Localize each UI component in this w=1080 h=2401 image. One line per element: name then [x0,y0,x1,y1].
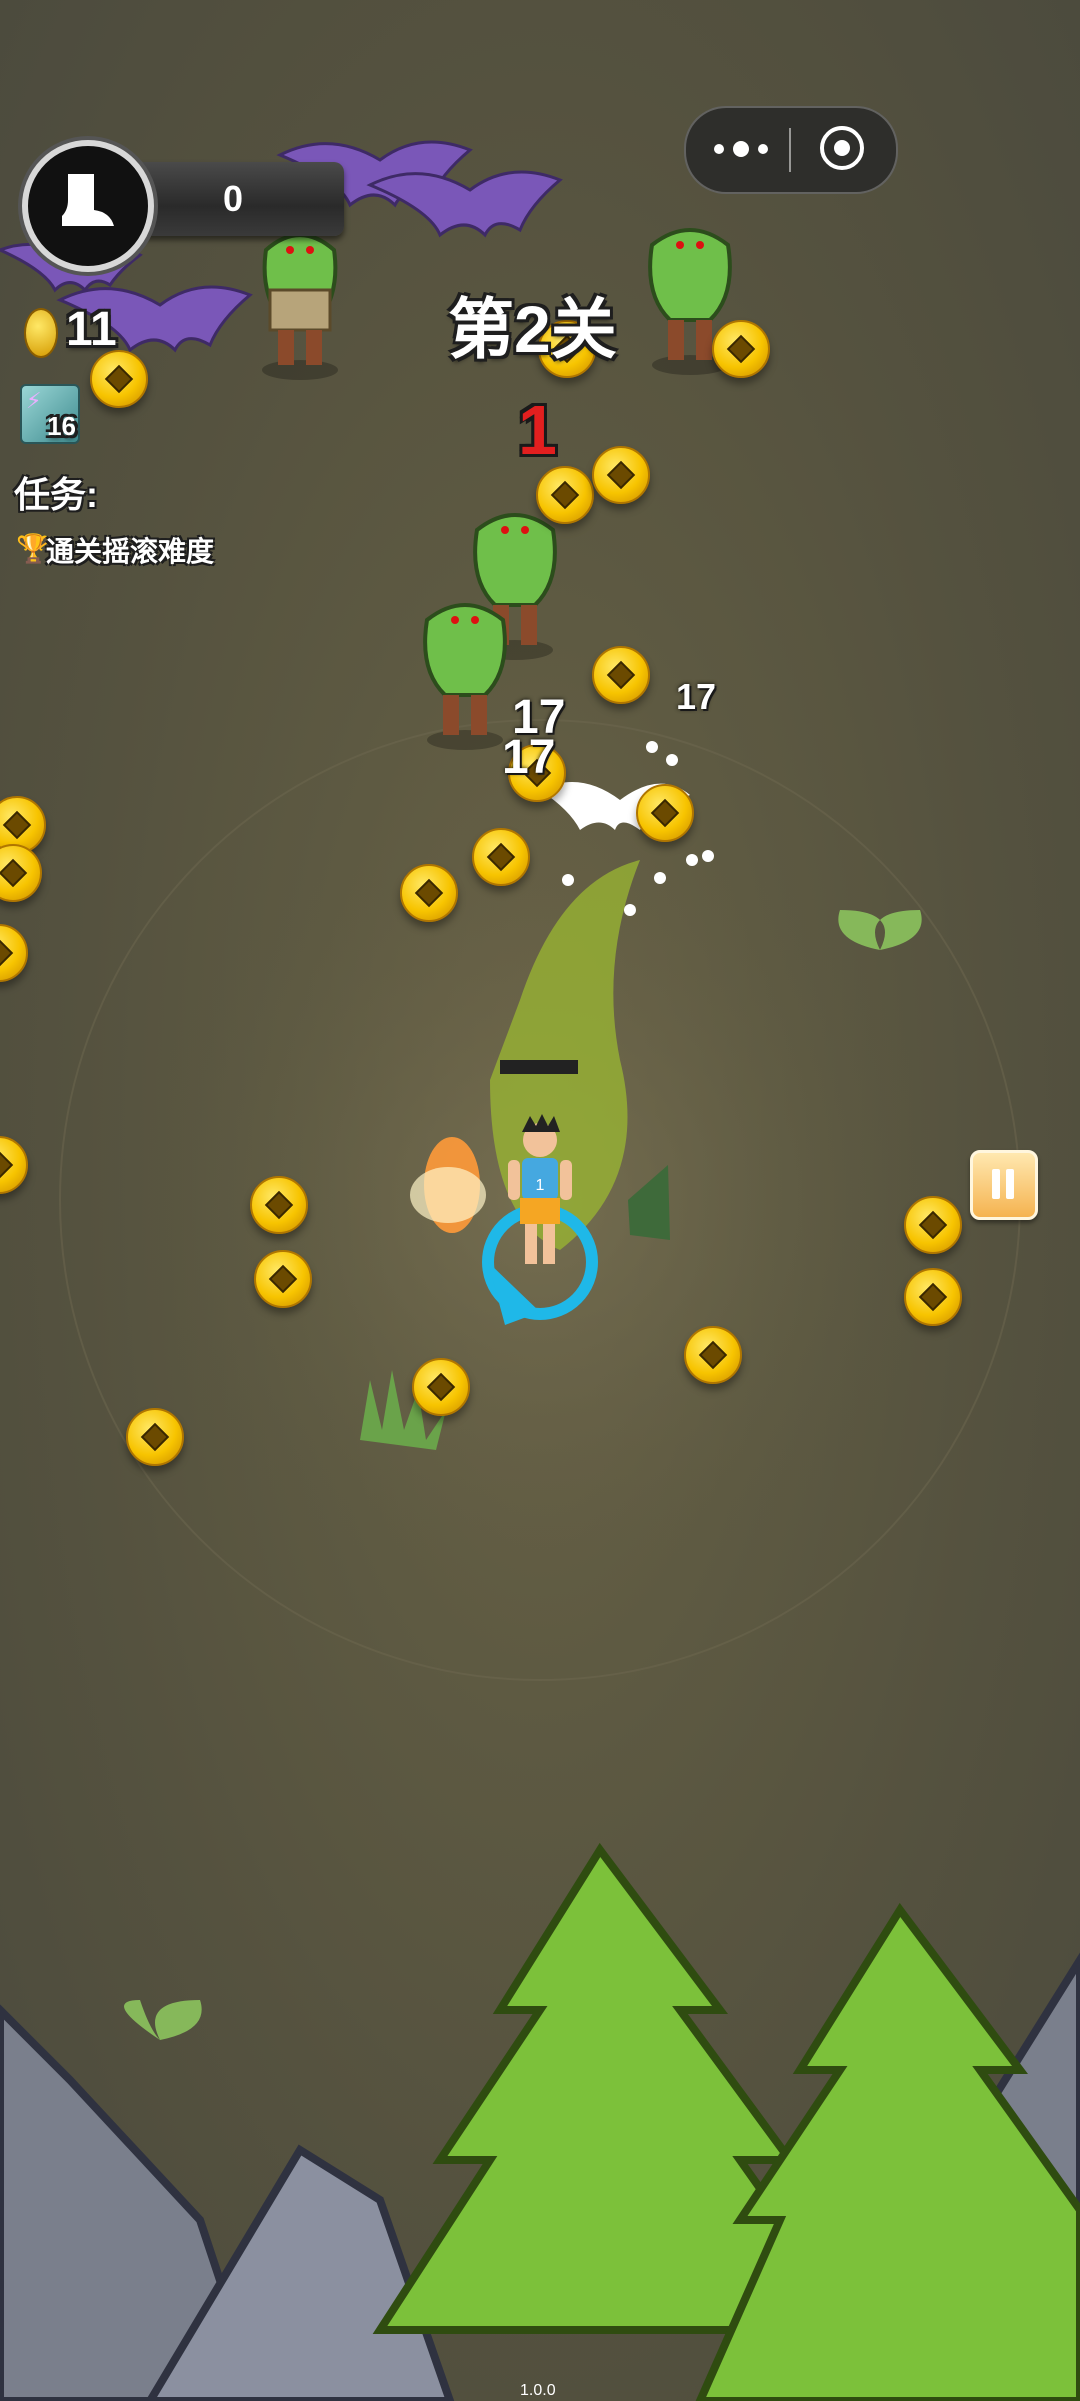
coin [592,446,650,504]
scenery-trees [372,1842,1080,2401]
pause-icon-bar [1006,1169,1014,1199]
target-circle-icon[interactable] [820,126,864,170]
capsule-divider [789,128,791,172]
coin-count: 11 [66,303,117,356]
damage-number: 17 [502,731,556,784]
coin [254,1250,312,1308]
coin [472,828,530,886]
coin [636,784,694,842]
coin-icon [24,308,58,358]
score-panel: 0 [22,140,352,272]
coin [684,1326,742,1384]
coin [904,1196,962,1254]
coin [412,1358,470,1416]
pause-icon [992,1169,1000,1199]
mini-program-capsule [684,106,898,194]
lightning-icon: ⚡ [26,388,42,413]
svg-text:1: 1 [536,1177,545,1194]
coin [250,1176,308,1234]
level-title: 第2关 [448,292,617,366]
more-dots-icon[interactable] [706,126,774,170]
coin [400,864,458,922]
coin [592,646,650,704]
coin [126,1408,184,1466]
task-text: 通关摇滚难度 [46,536,215,567]
task-label: 任务: [14,474,98,515]
coin [536,466,594,524]
damage-number: 17 [676,676,717,717]
skill-level: 16 [47,411,76,441]
coin [90,350,148,408]
boot-icon [22,140,154,272]
score-bar: 0 [122,162,344,236]
version-label: 1.0.0 [520,2382,556,2399]
coin [904,1268,962,1326]
score-value: 0 [222,178,244,219]
pause-button[interactable] [970,1150,1038,1220]
combo-counter: 1 [518,391,557,469]
coin [712,320,770,378]
skill-badge: ⚡ 16 [20,384,80,444]
